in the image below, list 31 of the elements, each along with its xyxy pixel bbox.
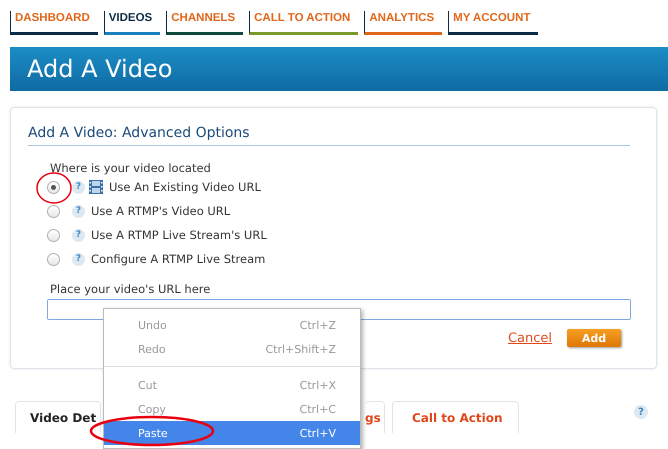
option-label: Use A RTMP's Video URL (91, 204, 230, 218)
radio-button[interactable] (47, 204, 60, 218)
help-icon[interactable]: ? (72, 228, 85, 242)
tab[interactable]: gs (365, 401, 385, 433)
tab[interactable]: Call to Action (392, 401, 519, 433)
radio-button[interactable] (47, 228, 60, 242)
page-title: Add A Video (26, 55, 172, 83)
option-label: Use A RTMP Live Stream's URL (91, 228, 267, 242)
field-label: Where is your video located (50, 161, 212, 175)
add-button[interactable]: Add (567, 329, 621, 347)
field-label: Place your video's URL here (50, 282, 212, 296)
help-icon[interactable]: ? (72, 204, 85, 218)
nav-tab[interactable]: CHANNELS (166, 11, 244, 35)
radio-button[interactable] (47, 252, 60, 266)
option-label: Configure A RTMP Live Stream (91, 252, 266, 266)
cancel-link[interactable]: Cancel (508, 330, 552, 346)
option-label: Use An Existing Video URL (109, 180, 261, 194)
help-icon[interactable]: ? (72, 180, 85, 194)
nav-tab[interactable]: DASHBOARD (10, 11, 98, 35)
nav-tab[interactable]: ANALYTICS (364, 11, 442, 35)
help-icon[interactable]: ? (72, 252, 85, 266)
tab[interactable]: Video Det (15, 401, 101, 433)
help-icon[interactable]: ? (634, 405, 648, 419)
nav-tab[interactable]: VIDEOS (104, 11, 160, 35)
nav-tab[interactable]: MY ACCOUNT (448, 11, 538, 35)
film-icon (89, 180, 103, 194)
nav-tab[interactable]: CALL TO ACTION (249, 11, 358, 35)
highlight-circle (36, 172, 72, 204)
radio-button[interactable] (47, 180, 60, 194)
menu-item[interactable]: Paste Ctrl+V (104, 421, 360, 445)
section-title: Add A Video: Advanced Options (28, 125, 630, 146)
